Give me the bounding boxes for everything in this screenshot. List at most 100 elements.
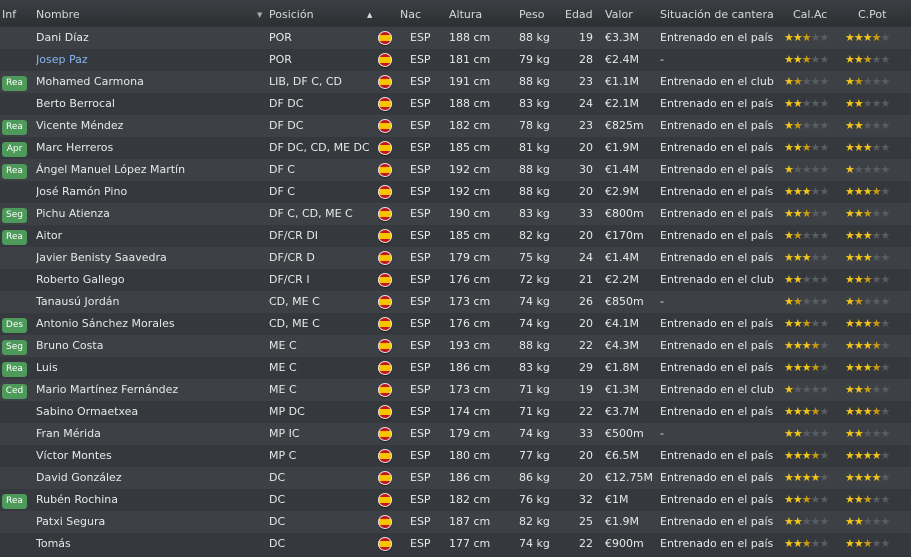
player-name[interactable]: Roberto Gallego: [36, 269, 261, 291]
spain-flag-icon[interactable]: [378, 445, 398, 467]
table-row[interactable]: Javier Benisty Saavedra DF/CR D ESP 179 cm 7…: [0, 247, 911, 269]
table-row[interactable]: Rea Aitor DF/CR DI ESP 185 cm 82 kg 20 €170m Ent…: [0, 225, 911, 247]
spain-flag-icon[interactable]: [378, 137, 398, 159]
table-row[interactable]: Patxi Segura DC ESP 187 cm 82 kg 25 €1.9M Entre…: [0, 511, 911, 533]
player-name[interactable]: Ángel Manuel López Martín: [36, 159, 261, 181]
spain-flag-icon[interactable]: [378, 203, 398, 225]
spain-flag-icon[interactable]: [378, 225, 398, 247]
spain-flag-icon[interactable]: [378, 27, 398, 49]
player-name[interactable]: Luis: [36, 357, 261, 379]
table-row[interactable]: Dani Díaz POR ESP 188 cm 88 kg 19 €3.3M Entrena…: [0, 27, 911, 49]
player-name[interactable]: Sabino Ormaetxea: [36, 401, 261, 423]
player-name[interactable]: Mario Martínez Fernández: [36, 379, 261, 401]
player-name[interactable]: Patxi Segura: [36, 511, 261, 533]
col-header-value[interactable]: Valor: [605, 0, 655, 26]
spain-flag-icon[interactable]: [378, 511, 398, 533]
spain-flag-icon[interactable]: [378, 181, 398, 203]
table-row[interactable]: Rea Ángel Manuel López Martín DF C ESP 192 c…: [0, 159, 911, 181]
col-header-weight[interactable]: Peso: [519, 0, 559, 26]
player-name[interactable]: Berto Berrocal: [36, 93, 261, 115]
player-name[interactable]: Víctor Montes: [36, 445, 261, 467]
info-badge[interactable]: Rea: [2, 76, 27, 91]
table-row[interactable]: Seg Bruno Costa ME C ESP 193 cm 88 kg 22 €4.3M E…: [0, 335, 911, 357]
info-badge[interactable]: Seg: [2, 340, 27, 355]
table-row[interactable]: Rea Vicente Méndez DF DC ESP 182 cm 78 kg 23 €8…: [0, 115, 911, 137]
spain-flag-icon[interactable]: [378, 49, 398, 71]
info-badge[interactable]: Rea: [2, 494, 27, 509]
star-full-icon: ★: [845, 185, 855, 198]
info-badge[interactable]: Rea: [2, 164, 27, 179]
table-row[interactable]: Ced Mario Martínez Fernández ME C ESP 173 cm…: [0, 379, 911, 401]
spain-flag-icon[interactable]: [378, 423, 398, 445]
player-name[interactable]: Pichu Atienza: [36, 203, 261, 225]
star-full-icon: ★: [845, 53, 855, 66]
spain-flag-icon[interactable]: [378, 115, 398, 137]
col-header-current-ability[interactable]: Cal.Ac: [793, 0, 850, 26]
col-header-nationality[interactable]: Nac: [400, 0, 430, 26]
spain-flag-icon[interactable]: [378, 93, 398, 115]
player-nationality: ESP: [410, 339, 431, 352]
player-name[interactable]: Antonio Sánchez Morales: [36, 313, 261, 335]
spain-flag-icon[interactable]: [378, 401, 398, 423]
table-row[interactable]: Seg Pichu Atienza DF C, CD, ME C ESP 190 cm 8…: [0, 203, 911, 225]
spain-flag-icon[interactable]: [378, 291, 398, 313]
spain-flag-icon[interactable]: [378, 313, 398, 335]
player-name[interactable]: Dani Díaz: [36, 27, 261, 49]
info-badge[interactable]: Rea: [2, 120, 27, 135]
table-row[interactable]: Des Antonio Sánchez Morales CD, ME C ESP 176…: [0, 313, 911, 335]
player-name[interactable]: Josep Paz: [36, 49, 261, 71]
info-badge[interactable]: Des: [2, 318, 27, 333]
table-row[interactable]: Berto Berrocal DF DC ESP 188 cm 83 kg 24 €2.1M…: [0, 93, 911, 115]
player-name[interactable]: Tanausú Jordán: [36, 291, 261, 313]
sort-desc-icon[interactable]: ▼: [257, 0, 262, 26]
info-badge[interactable]: Ced: [2, 384, 27, 399]
col-header-position[interactable]: Posición: [269, 0, 369, 26]
spain-flag-icon[interactable]: [378, 71, 398, 93]
col-header-age[interactable]: Edad: [565, 0, 595, 26]
player-name[interactable]: Fran Mérida: [36, 423, 261, 445]
table-row[interactable]: Josep Paz POR ESP 181 cm 79 kg 28 €2.4M - ★★★★★ ★…: [0, 49, 911, 71]
star-full-icon: ★: [784, 361, 794, 374]
col-header-status[interactable]: Situación de cantera: [660, 0, 775, 26]
spain-flag-icon[interactable]: [378, 489, 398, 511]
spain-flag-icon[interactable]: [378, 269, 398, 291]
table-row[interactable]: Apr Marc Herreros DF DC, CD, ME DC ESP 185 c…: [0, 137, 911, 159]
table-row[interactable]: Víctor Montes MP C ESP 180 cm 77 kg 20 €6.5M En…: [0, 445, 911, 467]
col-header-height[interactable]: Altura: [449, 0, 509, 26]
table-row[interactable]: Fran Mérida MP IC ESP 179 cm 74 kg 33 €500m - ★★…: [0, 423, 911, 445]
table-row[interactable]: Tomás DC ESP 177 cm 74 kg 22 €900m Entrenado en…: [0, 533, 911, 555]
info-badge[interactable]: Rea: [2, 230, 27, 245]
table-row[interactable]: Rea Mohamed Carmona LIB, DF C, CD ESP 191 cm…: [0, 71, 911, 93]
table-row[interactable]: David González DC ESP 186 cm 86 kg 20 €12.75M E…: [0, 467, 911, 489]
table-row[interactable]: Rea Luis ME C ESP 186 cm 83 kg 29 €1.8M Entrenad…: [0, 357, 911, 379]
table-row[interactable]: Rea Rubén Rochina DC ESP 182 cm 76 kg 32 €1M Ent…: [0, 489, 911, 511]
info-badge[interactable]: Seg: [2, 208, 27, 223]
player-name[interactable]: Rubén Rochina: [36, 489, 261, 511]
col-header-inf[interactable]: Inf: [2, 0, 32, 26]
spain-flag-icon[interactable]: [378, 247, 398, 269]
player-name[interactable]: Mohamed Carmona: [36, 71, 261, 93]
table-row[interactable]: Roberto Gallego DF/CR I ESP 176 cm 72 kg 21 €2…: [0, 269, 911, 291]
col-header-name[interactable]: Nombre: [36, 0, 261, 26]
spain-flag-icon[interactable]: [378, 379, 398, 401]
player-name[interactable]: Aitor: [36, 225, 261, 247]
player-name[interactable]: David González: [36, 467, 261, 489]
player-name[interactable]: Javier Benisty Saavedra: [36, 247, 261, 269]
spain-flag-icon[interactable]: [378, 357, 398, 379]
info-badge[interactable]: Rea: [2, 362, 27, 377]
table-row[interactable]: José Ramón Pino DF C ESP 192 cm 88 kg 20 €2.9M…: [0, 181, 911, 203]
table-row[interactable]: Sabino Ormaetxea MP DC ESP 174 cm 71 kg 22 €3.…: [0, 401, 911, 423]
spain-flag-icon[interactable]: [378, 335, 398, 357]
player-name[interactable]: Tomás: [36, 533, 261, 555]
spain-flag-icon[interactable]: [378, 159, 398, 181]
player-name[interactable]: Marc Herreros: [36, 137, 261, 159]
spain-flag-icon[interactable]: [378, 467, 398, 489]
player-name[interactable]: Bruno Costa: [36, 335, 261, 357]
table-row[interactable]: Tanausú Jordán CD, ME C ESP 173 cm 74 kg 26 €8…: [0, 291, 911, 313]
sort-asc-icon[interactable]: ▲: [367, 0, 372, 26]
player-name[interactable]: Vicente Méndez: [36, 115, 261, 137]
info-badge[interactable]: Apr: [2, 142, 27, 157]
col-header-potential-ability[interactable]: C.Pot: [858, 0, 911, 26]
spain-flag-icon[interactable]: [378, 533, 398, 555]
player-name[interactable]: José Ramón Pino: [36, 181, 261, 203]
